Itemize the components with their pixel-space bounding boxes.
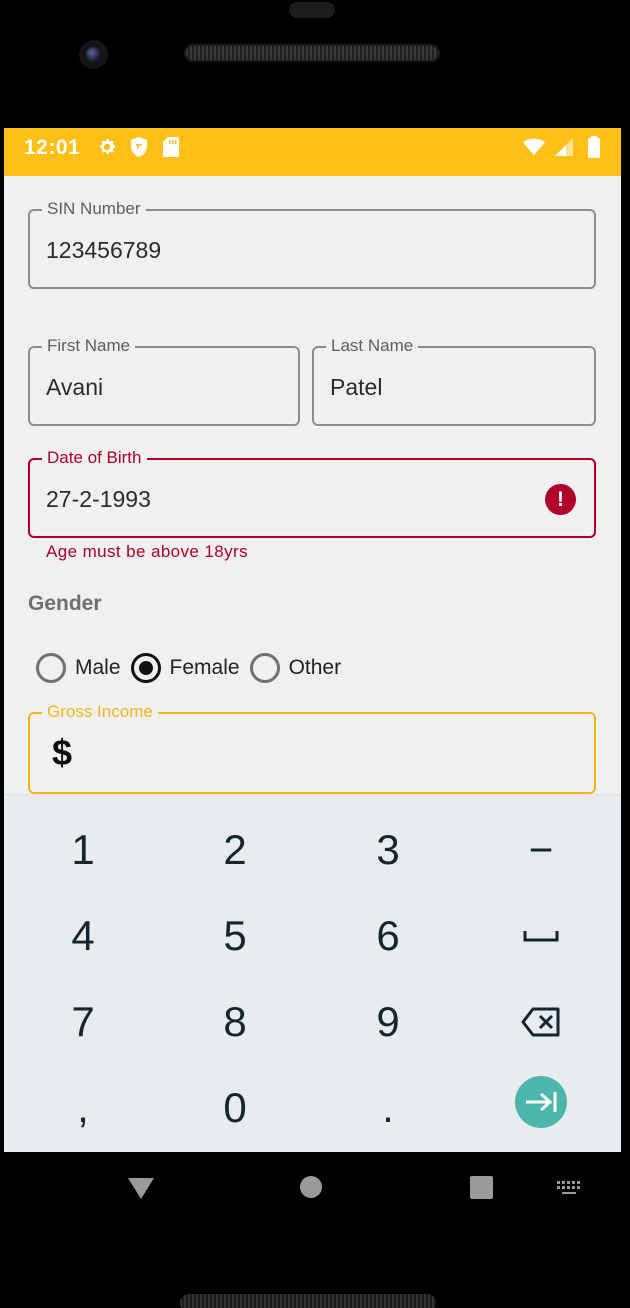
status-icons-right bbox=[523, 136, 605, 158]
backspace-icon bbox=[521, 1007, 560, 1037]
radio-checked-icon bbox=[130, 653, 161, 683]
numeric-keypad: 1 2 3 − 4 5 6 7 8 9 , 0 . bbox=[4, 794, 621, 1152]
status-time: 12:01 bbox=[24, 136, 81, 159]
phone-notch bbox=[289, 2, 335, 18]
key-space[interactable] bbox=[464, 893, 618, 979]
gross-income-label: Gross Income bbox=[42, 701, 158, 723]
key-9[interactable]: 9 bbox=[311, 979, 465, 1065]
screen: 12:01 SIN Number 123 456 789 First Name Av… bbox=[4, 128, 621, 1152]
gross-income-field[interactable]: Gross Income $ bbox=[28, 701, 596, 794]
sin-number-field[interactable]: SIN Number 123456789 bbox=[28, 198, 596, 289]
gender-radio-other[interactable]: Other bbox=[249, 653, 342, 683]
last-name-value: Patel bbox=[330, 374, 383, 400]
date-of-birth-label: Date of Birth bbox=[42, 447, 147, 469]
key-6[interactable]: 6 bbox=[311, 893, 465, 979]
keyboard-switch-icon[interactable] bbox=[556, 1180, 582, 1196]
error-icon: ! bbox=[545, 484, 576, 515]
space-icon bbox=[523, 931, 559, 942]
first-name-label: First Name bbox=[42, 335, 136, 357]
battery-icon bbox=[583, 136, 605, 158]
next-field-icon bbox=[515, 1076, 567, 1128]
radio-unchecked-icon bbox=[249, 653, 280, 683]
gender-radio-male[interactable]: Male bbox=[36, 653, 121, 683]
radio-label-female: Female bbox=[169, 656, 240, 679]
last-name-label: Last Name bbox=[326, 335, 419, 357]
key-next[interactable] bbox=[464, 1059, 618, 1145]
gear-icon bbox=[96, 136, 118, 158]
key-comma[interactable]: , bbox=[6, 1065, 160, 1151]
key-5[interactable]: 5 bbox=[158, 893, 312, 979]
front-camera bbox=[79, 40, 108, 69]
key-8[interactable]: 8 bbox=[158, 979, 312, 1065]
status-bar: 12:01 bbox=[4, 128, 621, 176]
key-1[interactable]: 1 bbox=[6, 807, 160, 893]
date-of-birth-value: 27-2-1993 bbox=[46, 486, 151, 512]
sin-number-value: 123456789 bbox=[46, 237, 162, 263]
sd-card-icon bbox=[160, 136, 182, 158]
first-name-value: Avani bbox=[46, 374, 104, 400]
key-7[interactable]: 7 bbox=[6, 979, 160, 1065]
date-of-birth-field[interactable]: Date of Birth 27-2-1993 ! bbox=[28, 447, 596, 538]
cell-signal-icon bbox=[553, 136, 575, 158]
key-period[interactable]: . bbox=[311, 1065, 465, 1151]
key-0[interactable]: 0 bbox=[158, 1065, 312, 1151]
key-2[interactable]: 2 bbox=[158, 807, 312, 893]
radio-label-other: Other bbox=[288, 656, 342, 679]
back-icon[interactable] bbox=[128, 1178, 154, 1199]
gender-radio-group: Male Female Other bbox=[36, 652, 351, 684]
gender-label: Gender bbox=[28, 592, 102, 615]
key-4[interactable]: 4 bbox=[6, 893, 160, 979]
bottom-speaker bbox=[180, 1294, 436, 1308]
shield-icon bbox=[128, 136, 150, 158]
wifi-icon bbox=[523, 136, 545, 158]
radio-label-male: Male bbox=[75, 656, 121, 679]
status-icons-left bbox=[96, 136, 182, 158]
key-backspace[interactable] bbox=[464, 979, 618, 1065]
radio-unchecked-icon bbox=[36, 653, 66, 683]
home-icon[interactable] bbox=[300, 1176, 322, 1198]
dollar-prefix: $ bbox=[52, 732, 73, 773]
earpiece-speaker bbox=[184, 44, 440, 62]
recent-apps-icon[interactable] bbox=[470, 1176, 493, 1199]
sin-number-label: SIN Number bbox=[42, 198, 146, 220]
first-name-field[interactable]: First Name Avani bbox=[28, 335, 300, 426]
key-minus[interactable]: − bbox=[464, 807, 618, 893]
key-3[interactable]: 3 bbox=[311, 807, 465, 893]
navigation-bar bbox=[0, 1152, 630, 1224]
last-name-field[interactable]: Last Name Patel bbox=[312, 335, 596, 426]
gender-radio-female[interactable]: Female bbox=[130, 653, 240, 683]
date-of-birth-error: Age must be above 18yrs bbox=[46, 542, 248, 561]
